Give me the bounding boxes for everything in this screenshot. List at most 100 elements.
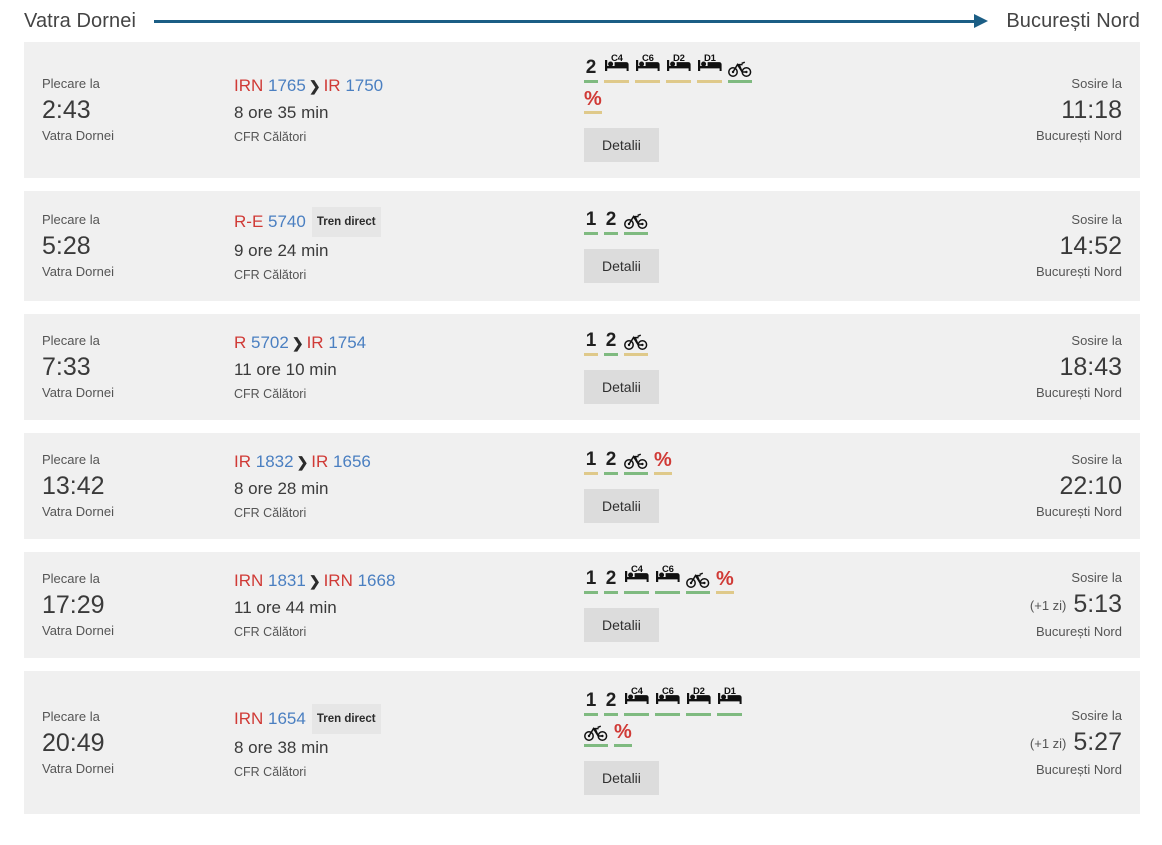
amenities-and-actions: 2 C4 C6 D2 D1% Detalii xyxy=(584,42,930,178)
amenity-bicycle[interactable] xyxy=(624,329,648,356)
arrival-label: Sosire la xyxy=(1071,333,1122,348)
details-button[interactable]: Detalii xyxy=(584,607,659,642)
bed-class-label: C6 xyxy=(662,685,674,697)
amenity-class-2[interactable]: 2 xyxy=(584,56,598,83)
departure-block: Plecare la 20:49 Vatra Dornei xyxy=(24,671,234,814)
bed-class-label: D2 xyxy=(673,53,685,64)
availability-bar xyxy=(686,590,710,594)
train-segments: IRN 1765 ❯ IR 1750 xyxy=(234,73,584,99)
availability-bar xyxy=(697,80,722,83)
train-code: IR xyxy=(311,452,329,471)
bed-icon: D1 xyxy=(717,686,742,711)
amenity-class-1[interactable]: 1 xyxy=(584,567,598,594)
train-code: IR xyxy=(323,76,341,95)
amenities-and-actions: 1 2 C4 C6% Detalii xyxy=(584,552,930,658)
bed-class-label: D1 xyxy=(704,53,716,64)
amenity-class-2[interactable]: 2 xyxy=(604,567,618,594)
amenity-bicycle[interactable] xyxy=(686,567,710,594)
train-operator: CFR Călători xyxy=(234,506,307,520)
amenity-sleeper-C6[interactable]: C6 xyxy=(635,54,660,83)
amenity-class-2[interactable]: 2 xyxy=(604,208,618,235)
amenity-sleeper-D1[interactable]: D1 xyxy=(717,686,742,716)
amenity-bicycle[interactable] xyxy=(624,208,648,235)
details-button[interactable]: Detalii xyxy=(584,128,659,162)
departure-label: Plecare la xyxy=(42,708,100,724)
train-segments: IRN 1831 ❯ IRN 1668 xyxy=(234,568,584,594)
arrival-station: București Nord xyxy=(1036,624,1122,639)
details-button[interactable]: Detalii xyxy=(584,369,659,404)
details-button[interactable]: Detalii xyxy=(584,248,659,283)
train-number: 5702 xyxy=(251,333,289,352)
departure-block: Plecare la 13:42 Vatra Dornei xyxy=(24,433,234,539)
train-operator: CFR Călători xyxy=(234,268,307,282)
amenity-sleeper-C4[interactable]: C4 xyxy=(604,54,629,83)
availability-bar xyxy=(584,590,598,594)
amenity-class-1[interactable]: 1 xyxy=(584,448,598,475)
bed-icon: C4 xyxy=(604,54,629,78)
train-code: IRN xyxy=(234,571,264,590)
amenity-bicycle[interactable] xyxy=(728,56,752,83)
amenity-sleeper-D1[interactable]: D1 xyxy=(697,53,722,83)
amenity-class-1[interactable]: 1 xyxy=(584,689,598,716)
amenity-class-2[interactable]: 2 xyxy=(604,329,618,356)
trip-duration: 11 ore 44 min xyxy=(234,598,337,617)
amenity-sleeper-C6[interactable]: C6 xyxy=(655,563,680,594)
amenity-sleeper-C6[interactable]: C6 xyxy=(655,685,680,716)
seat-class-label: 1 xyxy=(585,208,597,230)
result-row[interactable]: Plecare la 20:49 Vatra Dornei IRN 1654 Tren … xyxy=(24,671,1140,814)
arrival-block: Sosire la 11:18 București Nord xyxy=(930,42,1140,178)
amenity-sleeper-C4[interactable]: C4 xyxy=(624,564,649,594)
arrival-time: 11:18 xyxy=(1061,96,1122,124)
train-code: IRN xyxy=(234,708,264,728)
segment-separator-icon: ❯ xyxy=(291,335,304,351)
train-number: 5740 xyxy=(268,212,306,231)
bicycle-icon xyxy=(624,448,648,470)
train-segments: IRN 1654 Tren direct xyxy=(234,703,584,734)
result-row[interactable]: Plecare la 13:42 Vatra Dornei IR 1832 ❯ IR 16… xyxy=(24,433,1140,539)
bicycle-icon xyxy=(728,56,752,78)
bicycle-icon xyxy=(584,720,608,742)
arrival-label: Sosire la xyxy=(1071,452,1122,467)
bed-icon: C6 xyxy=(655,685,680,711)
result-row[interactable]: Plecare la 7:33 Vatra Dornei R 5702 ❯ IR 1754… xyxy=(24,314,1140,420)
next-day-indicator: (+1 zi) xyxy=(1029,598,1067,613)
result-row[interactable]: Plecare la 5:28 Vatra Dornei R-E 5740 Tren d… xyxy=(24,191,1140,301)
amenity-sleeper-D2[interactable]: D2 xyxy=(666,53,691,83)
arrival-block: Sosire la (+1 zi) 5:27 București Nord xyxy=(930,671,1140,814)
bed-class-label: C6 xyxy=(662,563,674,575)
amenity-discount[interactable]: % xyxy=(654,448,672,475)
result-row[interactable]: Plecare la 17:29 Vatra Dornei IRN 1831 ❯ IRN … xyxy=(24,552,1140,658)
details-button[interactable]: Detalii xyxy=(584,488,659,523)
amenity-discount[interactable]: % xyxy=(614,720,632,747)
amenity-bicycle[interactable] xyxy=(584,720,608,747)
seat-class-label: 1 xyxy=(585,689,597,711)
amenity-class-1[interactable]: 1 xyxy=(584,208,598,235)
amenity-discount[interactable]: % xyxy=(716,567,734,594)
departure-block: Plecare la 17:29 Vatra Dornei xyxy=(24,552,234,658)
availability-bar xyxy=(728,80,752,83)
amenity-class-2[interactable]: 2 xyxy=(604,448,618,475)
seat-class-label: 2 xyxy=(585,57,597,78)
amenity-sleeper-C4[interactable]: C4 xyxy=(624,686,649,716)
amenity-sleeper-D2[interactable]: D2 xyxy=(686,686,711,716)
departure-block: Plecare la 5:28 Vatra Dornei xyxy=(24,191,234,301)
availability-bar xyxy=(654,471,672,475)
segment-separator-icon: ❯ xyxy=(308,573,321,589)
bed-icon: C6 xyxy=(635,54,660,78)
details-button[interactable]: Detalii xyxy=(584,760,659,795)
amenity-bicycle[interactable] xyxy=(624,448,648,475)
amenity-class-1[interactable]: 1 xyxy=(584,329,598,356)
amenities-and-actions: 1 2 Detalii xyxy=(584,191,930,301)
arrival-label: Sosire la xyxy=(1071,570,1122,585)
availability-bar xyxy=(584,471,598,475)
departure-time: 5:28 xyxy=(42,232,91,260)
amenity-class-2[interactable]: 2 xyxy=(604,689,618,716)
bicycle-icon xyxy=(624,208,648,230)
availability-bar xyxy=(666,80,691,83)
departure-station: Vatra Dornei xyxy=(42,385,115,400)
amenity-discount[interactable]: % xyxy=(584,87,602,114)
next-day-indicator: (+1 zi) xyxy=(1029,735,1067,751)
arrival-block: Sosire la 22:10 București Nord xyxy=(930,433,1140,539)
result-row[interactable]: Plecare la 2:43 Vatra Dornei IRN 1765 ❯ IR 17… xyxy=(24,42,1140,178)
availability-bar xyxy=(604,471,618,475)
